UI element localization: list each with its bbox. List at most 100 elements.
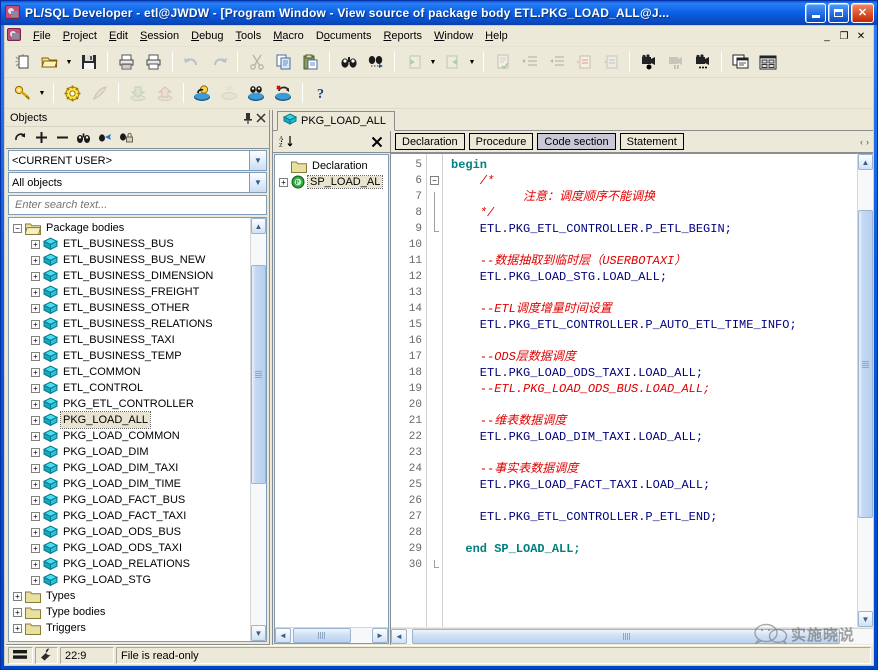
macro-list-icon[interactable] [690,50,715,74]
code-line[interactable]: --ETL.PKG_LOAD_ODS_BUS.LOAD_ALL; [451,381,857,397]
next-dropdown-arrow[interactable]: ▼ [466,50,478,74]
find-next-icon[interactable] [363,50,388,74]
login-key-icon[interactable] [10,81,35,105]
code-line[interactable] [451,285,857,301]
tree-expander[interactable]: + [31,543,40,553]
tree-node-folder[interactable]: + Type bodies [9,604,250,620]
new-document-icon[interactable] [10,50,35,74]
code-line[interactable]: */ [451,205,857,221]
quill-icon[interactable] [87,81,112,105]
login-dropdown-arrow[interactable]: ▼ [36,81,48,105]
collapse-all-icon[interactable] [53,129,72,147]
comment-icon[interactable] [571,50,596,74]
tree-expander[interactable]: + [31,319,40,329]
fold-cell[interactable] [427,384,442,400]
menu-help[interactable]: Help [479,28,514,44]
scroll-left-button[interactable]: ◄ [391,629,407,644]
indent-icon[interactable] [517,50,542,74]
code-line[interactable] [451,525,857,541]
tree-expander[interactable]: + [31,463,40,473]
tree-node-package[interactable]: + PKG_LOAD_DIM_TAXI [9,460,250,476]
object-type-select[interactable]: All objects ▼ [8,172,267,193]
scroll-thumb[interactable] [251,265,266,485]
preferences-gear-icon[interactable] [60,81,85,105]
code-line[interactable] [451,397,857,413]
tree-expander[interactable]: + [31,367,40,377]
tree-node-package[interactable]: + PKG_LOAD_ALL [9,411,250,429]
editor-hscrollbar[interactable]: ◄ [391,628,873,644]
scroll-up-button[interactable]: ▲ [251,218,266,234]
tree-expander[interactable]: + [31,511,40,521]
scroll-down-button[interactable]: ▼ [858,611,873,627]
tree-expander[interactable]: + [31,559,40,569]
chevron-down-icon[interactable]: ▼ [249,173,266,192]
refresh-icon[interactable] [11,129,30,147]
objects-tree[interactable]: − Package bodies + ETL_BUSINESS_BUS + ETL_BUS… [9,218,250,641]
tree-expander[interactable]: − [13,223,22,233]
outline-node[interactable]: + P SP_LOAD_AL [275,174,388,190]
tree-node-package[interactable]: + ETL_BUSINESS_RELATIONS [9,316,250,332]
menu-documents[interactable]: Documents [310,28,378,44]
code-line[interactable]: --ODS层数据调度 [451,349,857,365]
menu-reports[interactable]: Reports [377,28,428,44]
tree-expander[interactable]: + [31,351,40,361]
tree-expander[interactable]: + [31,335,40,345]
fold-cell[interactable] [427,272,442,288]
code-line[interactable]: --维表数据调度 [451,413,857,429]
tree-node-package[interactable]: + ETL_COMMON [9,364,250,380]
chevron-down-icon[interactable]: ▼ [249,151,266,170]
menu-tools[interactable]: Tools [230,28,268,44]
tree-expander[interactable]: + [31,447,40,457]
tree-expander[interactable]: + [279,177,288,187]
fold-cell[interactable] [427,528,442,544]
tree-node-package[interactable]: + PKG_LOAD_FACT_BUS [9,492,250,508]
pause-macro-icon[interactable] [663,50,688,74]
tree-node-package[interactable]: + ETL_BUSINESS_FREIGHT [9,284,250,300]
print-icon[interactable] [114,50,139,74]
tree-node-package[interactable]: + PKG_LOAD_DIM_TIME [9,476,250,492]
tree-expander[interactable]: + [31,287,40,297]
tree-expander[interactable]: + [31,415,40,425]
tree-node-folder[interactable]: + Triggers [9,620,250,636]
execute-icon[interactable] [190,81,215,105]
tree-expander[interactable]: + [31,527,40,537]
tree-node-package[interactable]: + ETL_BUSINESS_TEMP [9,348,250,364]
mdi-close-button[interactable]: ✕ [853,29,869,44]
menu-edit[interactable]: Edit [103,28,134,44]
scroll-thumb[interactable] [292,628,351,643]
help-question-icon[interactable]: ? [309,81,334,105]
section-tab-statement[interactable]: Statement [619,133,684,150]
close-button[interactable]: ✕ [851,3,874,23]
fold-cell[interactable] [427,432,442,448]
tree-expander[interactable]: + [31,431,40,441]
section-tab-declaration[interactable]: Declaration [395,133,465,150]
code-line[interactable]: ETL.PKG_LOAD_STG.LOAD_ALL; [451,269,857,285]
tree-expander[interactable]: + [13,623,22,633]
tree-node-package[interactable]: + ETL_BUSINESS_BUS [9,236,250,252]
record-macro-icon[interactable] [636,50,661,74]
tile-windows-icon[interactable] [755,50,780,74]
tab-next-button[interactable]: › [866,137,869,147]
fold-cell[interactable] [427,400,442,416]
fold-collapse-icon[interactable]: − [430,176,439,185]
close-icon[interactable] [367,133,386,151]
fold-cell[interactable] [427,352,442,368]
code-line[interactable]: ETL.PKG_LOAD_DIM_TAXI.LOAD_ALL; [451,429,857,445]
tree-node-package[interactable]: + ETL_CONTROL [9,380,250,396]
outline-tree[interactable]: Declaration + P SP_LOAD_AL [275,155,388,627]
fold-cell[interactable] [427,544,442,560]
code-editor[interactable]: 5 6 7 8 9 10 11 12 13 14 15 16 17 18 19 20 21 22 23 24 25 26 2… [391,153,857,627]
fold-cell[interactable] [427,288,442,304]
fold-cell[interactable] [427,480,442,496]
fold-cell[interactable] [427,416,442,432]
tree-expander[interactable]: + [31,271,40,281]
mdi-minimize-button[interactable]: _ [819,29,835,44]
insert-mode-indicator[interactable] [8,647,33,664]
sort-az-icon[interactable]: A Z [277,133,296,151]
tree-node-package[interactable]: + PKG_LOAD_ODS_TAXI [9,540,250,556]
code-line[interactable]: ETL.PKG_ETL_CONTROLLER.P_ETL_END; [451,509,857,525]
save-icon[interactable] [76,50,101,74]
scroll-thumb[interactable] [411,629,841,644]
uncomment-icon[interactable] [598,50,623,74]
tree-expander[interactable]: + [31,239,40,249]
